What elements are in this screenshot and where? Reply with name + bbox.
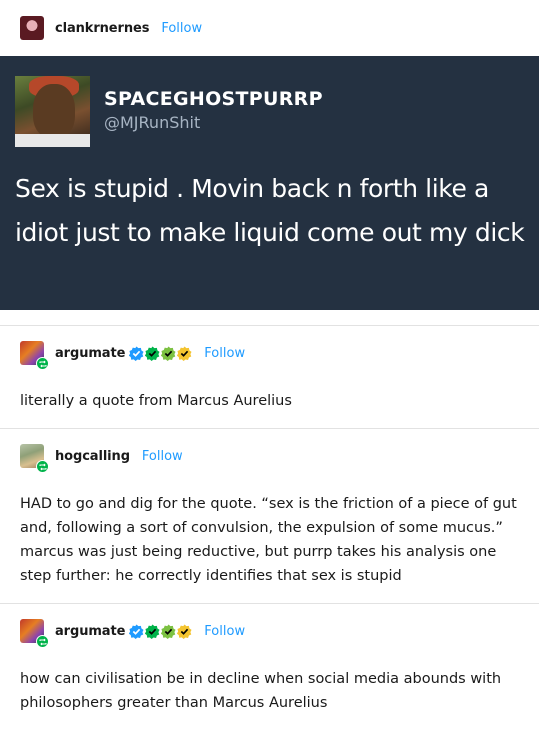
follow-button[interactable]: Follow [142,449,183,464]
verified-badge-icon [145,623,160,639]
avatar[interactable] [20,16,44,40]
divider [0,325,539,326]
verified-badges [129,623,192,639]
post-header: clankrnernes Follow [20,16,202,40]
reblog-header: argumate Follow [20,619,245,648]
verified-badges [129,345,192,361]
reblog-icon [36,357,49,370]
follow-button[interactable]: Follow [204,346,245,361]
verified-badge-icon [161,345,176,361]
reblog-header: argumate Follow [20,341,245,370]
tweet-author-handle: @MJRunShit [104,113,201,132]
username[interactable]: argumate [55,346,125,361]
username[interactable]: argumate [55,624,125,639]
reblog-header: hogcalling Follow [20,444,183,473]
avatar[interactable] [20,341,49,370]
verified-badge-icon [161,623,176,639]
verified-badge-icon [129,623,144,639]
divider [0,428,539,429]
verified-badge-icon [177,345,192,361]
reblog-text: literally a quote from Marcus Aurelius [20,393,292,409]
tweet-author-name: SPACEGHOSTPURRP [104,88,323,110]
reblog-text: how can civilisation be in decline when … [20,671,502,711]
tweet-avatar [15,76,90,147]
tweet-text: Sex is stupid . Movin back n forth like … [15,174,525,247]
reblog-icon [36,635,49,648]
follow-button[interactable]: Follow [161,21,202,36]
reblog-icon [36,460,49,473]
verified-badge-icon [145,345,160,361]
verified-badge-icon [177,623,192,639]
follow-button[interactable]: Follow [204,624,245,639]
verified-badge-icon [129,345,144,361]
reblog-text: HAD to go and dig for the quote. “sex is… [20,496,517,584]
avatar[interactable] [20,444,49,473]
divider [0,603,539,604]
avatar[interactable] [20,619,49,648]
username[interactable]: clankrnernes [55,21,149,36]
username[interactable]: hogcalling [55,449,130,464]
